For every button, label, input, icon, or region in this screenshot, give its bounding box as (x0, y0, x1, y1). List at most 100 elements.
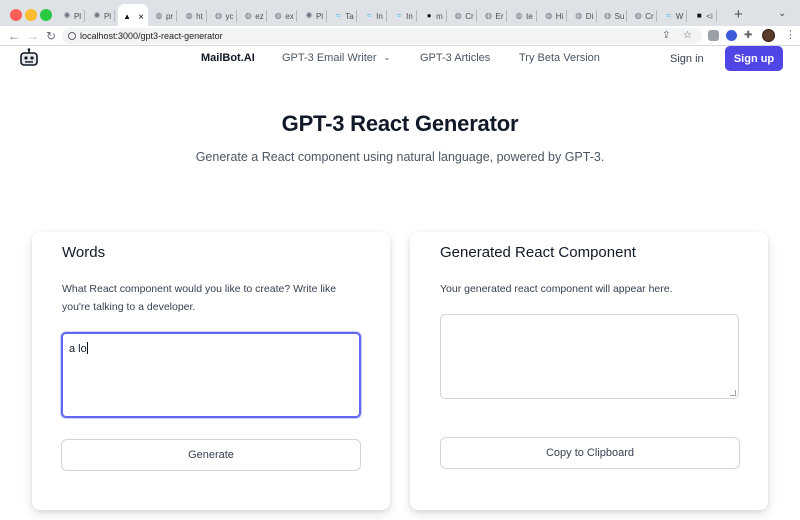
copy-to-clipboard-button[interactable]: Copy to Clipboard (440, 437, 740, 469)
globe-icon: ◍ (454, 11, 462, 20)
site-navbar: MailBot.AI GPT-3 Email Writer ⌄ GPT-3 Art… (0, 45, 800, 71)
bookmark-star-icon[interactable]: ☆ (683, 29, 692, 43)
browser-tab-label: pr (165, 11, 174, 21)
browser-tab-label: Ta (345, 11, 354, 21)
nav-link-beta[interactable]: Try Beta Version (519, 52, 600, 64)
browser-tab-label: W (675, 11, 684, 21)
brand-name[interactable]: MailBot.AI (201, 52, 255, 64)
browser-tab-label: yc (225, 11, 234, 21)
robot-logo-icon[interactable] (19, 48, 39, 66)
nav-link-articles[interactable]: GPT-3 Articles (420, 52, 490, 64)
words-input-value: a lo (69, 343, 87, 355)
tab-search-chevron-icon[interactable]: ⌄ (778, 8, 786, 19)
browser-tab[interactable]: ◍ ex (270, 6, 297, 26)
browser-tab-label: Er (495, 11, 504, 21)
openai-icon: ✺ (93, 11, 101, 20)
back-arrow-icon[interactable]: ← (8, 28, 20, 44)
words-input[interactable]: a lo (61, 332, 361, 418)
tab-separator (326, 10, 327, 22)
tab-separator (386, 10, 387, 22)
browser-tab[interactable]: ◍ Er (480, 6, 507, 26)
page-subtitle: Generate a React component using natural… (195, 150, 605, 164)
site-info-icon[interactable] (68, 32, 76, 40)
browser-tab[interactable]: ● m (420, 6, 447, 26)
maximize-window-button[interactable] (40, 9, 52, 21)
globe-icon: ◍ (485, 11, 492, 20)
browser-tab[interactable]: ≈ In (360, 6, 387, 26)
tab-separator (296, 10, 297, 22)
tab-separator (476, 10, 477, 22)
browser-tab[interactable]: ◍ Hi (540, 6, 567, 26)
reload-icon[interactable]: ↻ (46, 28, 56, 44)
browser-tab-label: Su (614, 11, 625, 21)
openai-icon: ✺ (63, 11, 71, 20)
tailwind-icon: ≈ (336, 11, 341, 20)
globe-icon: ◍ (215, 11, 222, 20)
generated-card-description: Your generated react component will appe… (440, 283, 673, 295)
generated-card-title: Generated React Component (440, 244, 636, 261)
browser-tab-label: Hi (555, 11, 564, 21)
minimize-window-button[interactable] (25, 9, 37, 21)
browser-tab-label: In (406, 11, 413, 21)
tab-separator (446, 10, 447, 22)
tailwind-icon: ≈ (366, 11, 372, 20)
globe-icon: ◍ (244, 11, 252, 20)
tab-separator (114, 10, 115, 22)
tab-separator (506, 10, 507, 22)
browser-tab[interactable]: ◍ Cr (630, 6, 657, 26)
close-tab-icon[interactable]: × (138, 12, 144, 23)
words-card-title: Words (62, 244, 106, 261)
browser-tab[interactable]: ≈ Ta (330, 6, 357, 26)
browser-tab[interactable]: ◍ pr (150, 6, 177, 26)
generate-button[interactable]: Generate (61, 439, 361, 471)
close-window-button[interactable] (10, 9, 22, 21)
browser-tab-label: ht (196, 11, 203, 21)
sign-in-link[interactable]: Sign in (670, 53, 704, 65)
globe-icon: ◍ (274, 11, 282, 20)
tab-separator (266, 10, 267, 22)
browser-tab[interactable]: ✺ Pl (58, 6, 85, 26)
browser-tab[interactable]: ◍ Cr (450, 6, 477, 26)
globe-icon: ◍ (604, 11, 612, 20)
new-tab-button[interactable]: + (734, 7, 743, 23)
github-icon: ● (426, 11, 432, 20)
tailwind-icon: ≈ (396, 11, 402, 20)
vercel-icon: ▲ (123, 12, 132, 21)
globe-icon: ◍ (155, 11, 163, 20)
sign-up-button[interactable]: Sign up (725, 46, 783, 71)
address-bar[interactable]: localhost:3000/gpt3-react-generator (62, 28, 702, 44)
extensions-puzzle-icon[interactable]: ✚ (744, 29, 752, 43)
resize-handle-icon[interactable] (730, 390, 736, 396)
browser-tab[interactable]: ■ <i (690, 6, 717, 26)
globe-icon: ◍ (185, 11, 193, 20)
browser-tab[interactable]: ◍ ht (180, 6, 207, 26)
profile-avatar[interactable] (762, 29, 775, 42)
browser-tab[interactable]: ✺ Pl (300, 6, 327, 26)
browser-tab[interactable]: ✺ Pl (88, 6, 115, 26)
words-card: Words What React component would you lik… (32, 232, 390, 510)
tab-separator (626, 10, 627, 22)
browser-tab[interactable]: ◍ Su (600, 6, 627, 26)
generated-output-field[interactable] (440, 314, 739, 399)
tab-separator (686, 10, 687, 22)
browser-tab-label: ez (255, 11, 264, 21)
nav-link-email-writer-label: GPT-3 Email Writer (282, 52, 377, 64)
browser-tab-label: Pl (73, 11, 82, 21)
notion-icon: ■ (696, 11, 702, 20)
extension-printer-icon[interactable] (708, 30, 719, 41)
browser-tab[interactable]: ◍ ez (240, 6, 267, 26)
browser-tab[interactable]: ◍ yc (210, 6, 237, 26)
browser-tab[interactable]: ≈ W (660, 6, 687, 26)
browser-tab[interactable]: ≈ In (390, 6, 417, 26)
browser-tab[interactable]: ◍ Di (570, 6, 597, 26)
browser-menu-icon[interactable]: ⋮ (785, 28, 796, 41)
extension-blue-icon[interactable] (726, 30, 737, 41)
share-icon[interactable]: ⇪ (662, 29, 670, 43)
tab-separator (716, 10, 717, 22)
tab-separator (236, 10, 237, 22)
globe-icon: ◍ (515, 11, 523, 20)
nav-link-email-writer[interactable]: GPT-3 Email Writer ⌄ (282, 52, 390, 64)
browser-tab[interactable]: ◍ te (510, 6, 537, 26)
openai-icon: ✺ (305, 11, 313, 20)
forward-arrow-icon[interactable]: → (27, 28, 39, 44)
